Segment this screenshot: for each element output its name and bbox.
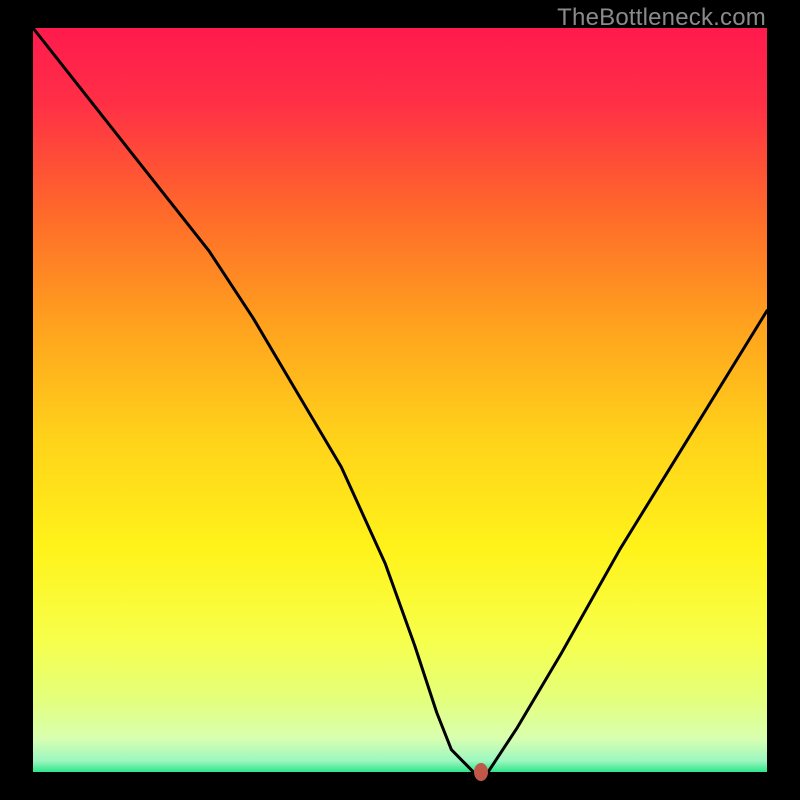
chart-frame [33,28,767,772]
bottleneck-chart [33,28,767,772]
chart-background [33,28,767,772]
optimal-point-marker [474,763,488,781]
watermark-text: TheBottleneck.com [557,4,766,32]
